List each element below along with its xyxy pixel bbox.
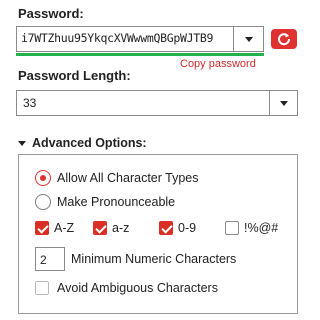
checkbox-label: 0-9	[178, 221, 197, 235]
password-history-dropdown[interactable]	[233, 27, 263, 51]
length-dropdown-button[interactable]	[269, 91, 297, 115]
advanced-options-label: Advanced Options:	[32, 136, 147, 150]
advanced-options-panel: Allow All Character Types Make Pronounce…	[18, 154, 298, 314]
min-numeric-row: 2 Minimum Numeric Characters	[35, 247, 236, 271]
chevron-down-icon	[244, 36, 253, 42]
checkbox-label: !%@#	[244, 221, 279, 235]
checkbox-lowercase[interactable]: a-z	[93, 221, 129, 235]
checkbox-unchecked[interactable]	[225, 221, 239, 235]
caret-down-icon	[18, 140, 26, 146]
password-length-select[interactable]: 33	[16, 90, 298, 116]
chevron-down-icon	[279, 100, 288, 106]
radio-label: Make Pronounceable	[57, 195, 176, 209]
min-numeric-label: Minimum Numeric Characters	[71, 252, 237, 266]
radio-button-selected[interactable]	[35, 170, 51, 186]
checkbox-digits[interactable]: 0-9	[159, 221, 196, 235]
checkbox-label: a-z	[112, 221, 130, 235]
checkbox-symbols[interactable]: !%@#	[225, 221, 278, 235]
advanced-options-toggle[interactable]: Advanced Options:	[18, 136, 147, 150]
regenerate-button[interactable]	[271, 29, 297, 49]
checkbox-label: A-Z	[54, 221, 75, 235]
radio-button[interactable]	[35, 194, 51, 210]
radio-make-pronounceable[interactable]: Make Pronounceable	[35, 194, 175, 210]
password-length-value: 33	[23, 96, 37, 110]
checkbox-unchecked[interactable]	[35, 281, 49, 295]
copy-password-link[interactable]: Copy password	[180, 58, 256, 70]
radio-label: Allow All Character Types	[57, 171, 199, 185]
checkbox-uppercase[interactable]: A-Z	[35, 221, 74, 235]
password-field[interactable]: i7WTZhuu95YkqcXVWwwmQBGpWJTB9	[16, 26, 264, 52]
password-length-label: Password Length:	[18, 68, 131, 83]
radio-all-character-types[interactable]: Allow All Character Types	[35, 170, 199, 186]
password-label: Password:	[18, 6, 84, 21]
min-numeric-input[interactable]: 2	[35, 247, 65, 271]
checkbox-checked[interactable]	[159, 221, 173, 235]
checkbox-checked[interactable]	[35, 221, 49, 235]
charset-checkboxes: A-Z a-z 0-9 !%@#	[35, 221, 285, 239]
checkbox-checked[interactable]	[93, 221, 107, 235]
refresh-icon	[278, 33, 291, 46]
password-value[interactable]: i7WTZhuu95YkqcXVWwwmQBGpWJTB9	[21, 31, 229, 45]
avoid-ambiguous-label: Avoid Ambiguous Characters	[57, 281, 218, 295]
avoid-ambiguous-row[interactable]: Avoid Ambiguous Characters	[35, 281, 218, 295]
password-strength-bar	[16, 53, 264, 56]
